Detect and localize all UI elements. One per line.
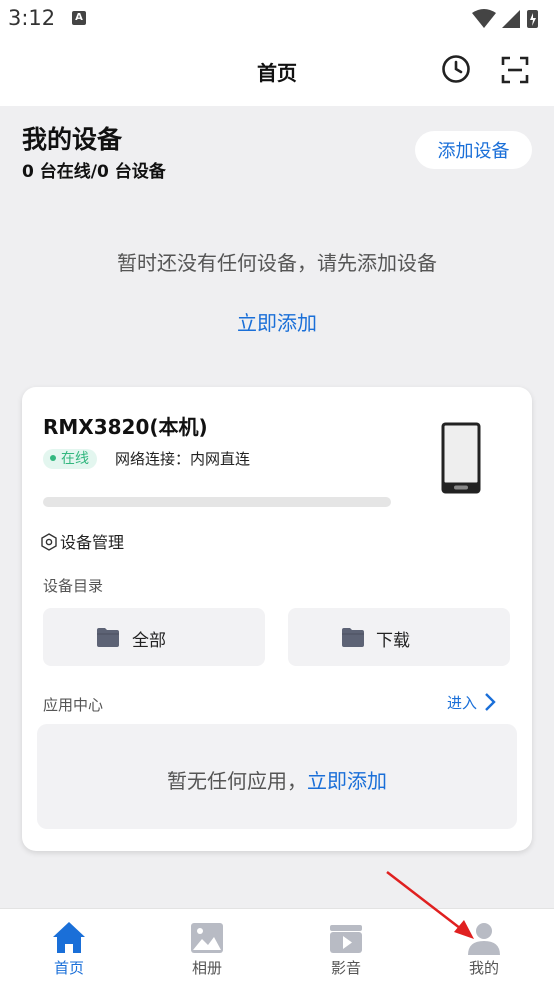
device-manage-label: 设备管理 (60, 533, 125, 552)
tab-media-label: 影音 (330, 959, 361, 977)
device-directory-label: 设备目录 (43, 577, 104, 595)
app-bar: 首页 (0, 38, 554, 106)
add-now-link[interactable]: 立即添加 (0, 307, 554, 336)
add-device-button[interactable]: 添加设备 (415, 131, 532, 169)
folder-icon (97, 628, 119, 647)
directory-download-button[interactable]: 下载 (288, 608, 510, 666)
add-app-link[interactable]: 立即添加 (307, 769, 387, 793)
photo-icon (191, 923, 223, 953)
bottom-tab-bar: 首页 相册 影音 我的 (0, 908, 554, 985)
storage-progress-bar (43, 497, 391, 507)
device-manage-button[interactable]: 设备管理 (40, 529, 125, 552)
empty-devices-message: 暂时还没有任何设备，请先添加设备 (117, 251, 437, 275)
tab-home[interactable]: 首页 (0, 909, 138, 985)
notification-icon: A (72, 11, 86, 25)
apps-empty-message: 暂无任何应用，立即添加 (37, 765, 517, 794)
directory-download-label: 下载 (376, 631, 410, 651)
local-device-card: RMX3820(本机) 在线 网络连接：内网直连 设备管理 设备目录 全部 下载… (22, 387, 532, 851)
folder-icon (342, 628, 364, 647)
tab-photos[interactable]: 相册 (138, 909, 276, 985)
history-icon[interactable] (440, 53, 472, 85)
apps-empty-box: 暂无任何应用，立即添加 (37, 724, 517, 829)
status-time: 3:12 (8, 6, 56, 30)
status-bar: 3:12 A (0, 0, 554, 38)
tab-photos-label: 相册 (191, 959, 222, 977)
tab-media[interactable]: 影音 (277, 909, 415, 985)
device-name: RMX3820(本机) (43, 415, 208, 439)
enter-label: 进入 (447, 694, 478, 712)
network-connection-info: 网络连接：内网直连 (115, 450, 251, 468)
online-dot-icon (50, 455, 56, 461)
wifi-icon (472, 9, 496, 28)
online-status-badge: 在线 (43, 449, 97, 469)
settings-icon (41, 533, 57, 551)
apps-empty-text: 暂无任何应用， (167, 769, 307, 793)
profile-icon (468, 923, 500, 955)
directory-all-label: 全部 (132, 631, 166, 651)
devices-summary: 0 台在线/0 台设备 (22, 162, 166, 182)
devices-title: 我的设备 (22, 125, 123, 154)
enter-app-center-button[interactable]: 进入 (447, 692, 497, 713)
phone-icon (441, 422, 481, 494)
scan-icon[interactable] (500, 55, 530, 85)
tab-profile-label: 我的 (468, 959, 499, 977)
directory-all-button[interactable]: 全部 (43, 608, 265, 666)
system-status-icons (472, 9, 538, 28)
tab-profile[interactable]: 我的 (415, 909, 553, 985)
online-status-label: 在线 (61, 451, 89, 467)
signal-icon (502, 10, 520, 28)
app-center-label: 应用中心 (43, 696, 104, 714)
tab-home-label: 首页 (53, 959, 84, 977)
video-icon (330, 925, 362, 953)
chevron-right-icon (485, 693, 496, 711)
home-icon (53, 922, 85, 953)
